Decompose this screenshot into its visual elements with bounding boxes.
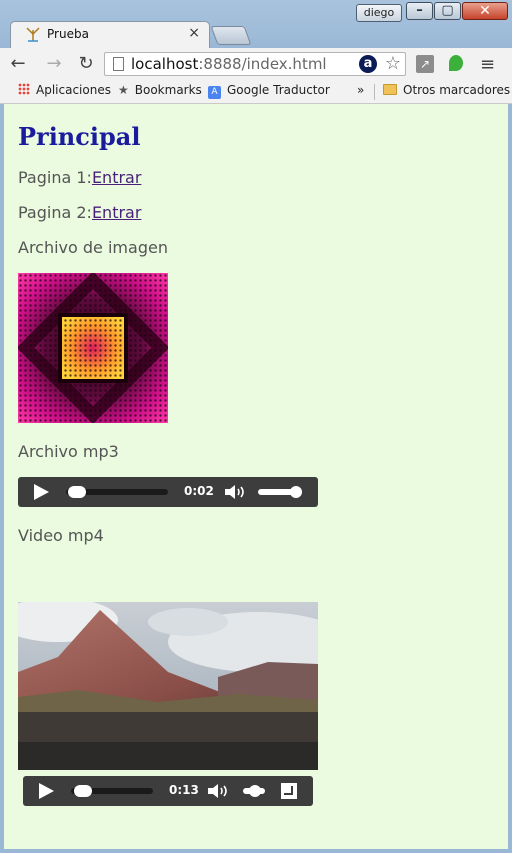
audio-volume-thumb[interactable] xyxy=(290,486,302,498)
tab-close-icon[interactable]: × xyxy=(188,25,200,41)
video-volume-thumb[interactable] xyxy=(249,785,261,797)
pattern-image xyxy=(18,273,168,423)
page-title: Principal xyxy=(18,122,141,151)
bookmark-google-traductor[interactable]: A Google Traductor xyxy=(208,83,330,99)
close-icon: ✕ xyxy=(479,3,491,19)
minimize-icon: – xyxy=(416,3,423,18)
video-label: Video mp4 xyxy=(18,526,104,545)
new-tab-button[interactable] xyxy=(210,26,252,45)
translate-icon: A xyxy=(208,86,221,99)
bookmark-bookmarks[interactable]: ★ Bookmarks xyxy=(118,83,202,97)
bookmark-apps[interactable]: Aplicaciones xyxy=(18,83,111,97)
forward-button[interactable]: → xyxy=(42,52,66,76)
maximize-button[interactable]: ▢ xyxy=(434,2,461,20)
url-path: :8888/index.html xyxy=(198,55,327,73)
video-seek-thumb[interactable] xyxy=(74,785,93,797)
minimize-button[interactable]: – xyxy=(406,2,433,20)
window-frame-bottom xyxy=(0,849,512,853)
close-window-button[interactable]: ✕ xyxy=(462,2,508,20)
audio-seek-thumb[interactable] xyxy=(67,486,86,498)
audio-time: 0:02 xyxy=(184,484,214,498)
tab-title: Prueba xyxy=(47,27,89,41)
maximize-icon: ▢ xyxy=(441,3,454,18)
page-icon xyxy=(113,57,124,71)
user-badge[interactable]: diego xyxy=(356,4,402,22)
address-bar[interactable]: localhost:8888/index.html a ☆ xyxy=(104,52,406,76)
page1-line: Pagina 1:Entrar xyxy=(18,168,141,187)
menu-icon[interactable]: ≡ xyxy=(480,54,495,75)
bookmark-star-icon[interactable]: ☆ xyxy=(385,53,401,74)
tab-prueba[interactable]: Prueba × xyxy=(10,21,210,48)
reload-button[interactable]: ↻ xyxy=(74,52,98,76)
chart-extension-icon[interactable]: ↗ xyxy=(416,55,434,73)
extension-a-icon[interactable]: a xyxy=(359,55,377,73)
video-controls[interactable]: 0:13 xyxy=(23,776,313,806)
page1-label: Pagina 1: xyxy=(18,168,92,187)
antenna-icon xyxy=(26,27,40,42)
page2-link[interactable]: Entrar xyxy=(92,203,141,222)
window-titlebar: diego – ▢ ✕ Prueba × xyxy=(0,0,512,48)
video-play-icon[interactable] xyxy=(39,783,54,799)
video-time: 0:13 xyxy=(169,783,199,797)
bookmark-otros-marcadores[interactable]: Otros marcadores xyxy=(383,83,510,97)
window-frame-right xyxy=(508,104,512,853)
url-text: localhost:8888/index.html xyxy=(131,55,327,73)
audio-player[interactable]: 0:02 xyxy=(18,477,318,507)
video-frame[interactable] xyxy=(18,602,318,770)
speaker-icon[interactable] xyxy=(224,484,248,500)
window-frame-left xyxy=(0,104,4,853)
browser-toolbar: ← → ↻ localhost:8888/index.html a ☆ ↗ ≡ xyxy=(0,48,512,80)
fullscreen-icon[interactable] xyxy=(281,783,297,799)
star-icon: ★ xyxy=(118,83,129,97)
bookmarks-overflow-button[interactable]: » xyxy=(357,83,364,97)
leaf-extension-icon[interactable] xyxy=(449,55,463,71)
bookmarks-bar: Aplicaciones ★ Bookmarks A Google Traducto… xyxy=(0,80,512,104)
page2-line: Pagina 2:Entrar xyxy=(18,203,141,222)
apps-grid-icon xyxy=(18,83,30,95)
page-content: Principal Pagina 1:Entrar Pagina 2:Entra… xyxy=(4,104,508,849)
page1-link[interactable]: Entrar xyxy=(92,168,141,187)
play-icon[interactable] xyxy=(34,484,49,500)
folder-icon xyxy=(383,84,397,95)
image-label: Archivo de imagen xyxy=(18,238,168,257)
url-host: localhost xyxy=(131,55,199,73)
bookmarks-separator xyxy=(374,84,375,100)
back-button[interactable]: ← xyxy=(6,52,30,76)
page2-label: Pagina 2: xyxy=(18,203,92,222)
video-speaker-icon[interactable] xyxy=(207,783,231,799)
mp3-label: Archivo mp3 xyxy=(18,442,119,461)
